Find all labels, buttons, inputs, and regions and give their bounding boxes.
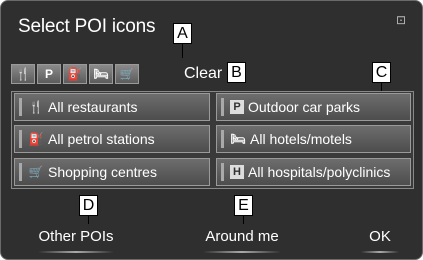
category-all-restaurants[interactable]: 🍴 All restaurants: [14, 93, 210, 121]
callout-line: [243, 216, 244, 224]
bottom-bar: Other POIs Around me OK: [1, 223, 422, 259]
category-outdoor-car-parks[interactable]: P Outdoor car parks: [216, 93, 411, 121]
page-title: Select POI icons: [18, 16, 156, 37]
category-label: All restaurants: [48, 99, 138, 115]
callout-line: [182, 44, 183, 58]
restaurant-icon[interactable]: 🍴: [11, 64, 35, 84]
callout-b: B: [227, 62, 246, 83]
hotel-icon: 🛏: [230, 132, 246, 146]
scale-icon: ⊡: [395, 13, 406, 27]
category-grid: 🍴 All restaurants P Outdoor car parks ⛽ …: [11, 91, 414, 189]
shopping-icon: 🛒: [28, 165, 44, 179]
clear-button[interactable]: Clear: [184, 65, 222, 83]
category-label: All petrol stations: [48, 131, 155, 147]
selected-icons: 🍴 P ⛽ 🛏 🛒: [11, 64, 139, 84]
category-label: All hotels/motels: [250, 131, 352, 147]
ok-button[interactable]: OK: [357, 223, 403, 253]
parking-icon[interactable]: P: [37, 64, 61, 84]
category-bar: [19, 98, 22, 116]
category-bar: [221, 163, 224, 181]
parking-icon: P: [230, 100, 244, 114]
other-pois-button[interactable]: Other POIs: [31, 223, 121, 253]
hospital-icon: H: [230, 165, 244, 179]
callout-e: E: [234, 195, 253, 216]
category-label: Outdoor car parks: [248, 99, 361, 115]
screen: Select POI icons ⊡ 🍴 P ⛽ 🛏 🛒 Clear 🍴 All…: [0, 0, 423, 260]
callout-a: A: [173, 23, 192, 44]
callout-line: [381, 83, 382, 91]
category-label: Shopping centres: [48, 164, 157, 180]
category-all-petrol-stations[interactable]: ⛽ All petrol stations: [14, 125, 210, 153]
callout-c: C: [372, 62, 391, 83]
shopping-icon[interactable]: 🛒: [115, 64, 139, 84]
category-all-hospitals-polyclinics[interactable]: H All hospitals/polyclinics: [216, 158, 411, 186]
petrol-icon: ⛽: [28, 132, 44, 146]
petrol-icon[interactable]: ⛽: [63, 64, 87, 84]
hotel-icon[interactable]: 🛏: [89, 64, 113, 84]
category-label: All hospitals/polyclinics: [248, 164, 391, 180]
around-me-button[interactable]: Around me: [196, 223, 288, 253]
restaurant-icon: 🍴: [28, 100, 44, 114]
category-shopping-centres[interactable]: 🛒 Shopping centres: [14, 158, 210, 186]
callout-line: [88, 216, 89, 224]
category-bar: [19, 130, 22, 148]
category-bar: [19, 163, 22, 181]
category-bar: [221, 130, 224, 148]
category-bar: [221, 98, 224, 116]
category-all-hotels-motels[interactable]: 🛏 All hotels/motels: [216, 125, 411, 153]
callout-d: D: [79, 195, 98, 216]
